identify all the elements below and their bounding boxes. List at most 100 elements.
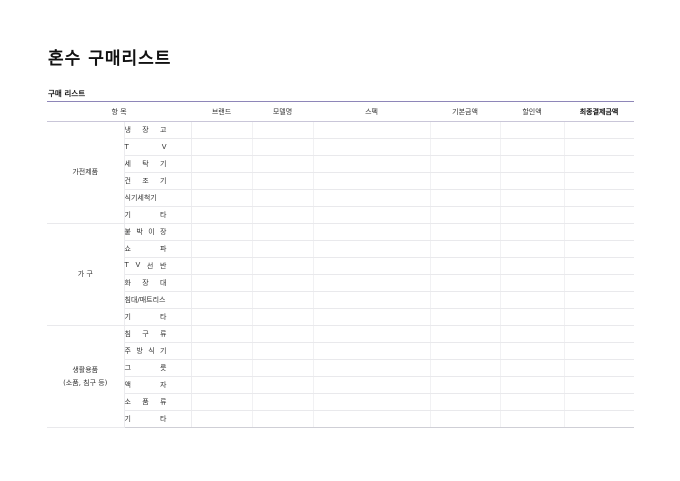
base-price-cell[interactable]	[430, 172, 501, 190]
brand-cell[interactable]	[191, 393, 253, 411]
base-price-cell[interactable]	[430, 257, 501, 275]
model-cell[interactable]	[252, 172, 314, 190]
final-price-cell[interactable]	[564, 342, 635, 360]
discount-cell[interactable]	[500, 291, 565, 309]
final-price-cell[interactable]	[564, 206, 635, 224]
brand-cell[interactable]	[191, 291, 253, 309]
brand-cell[interactable]	[191, 189, 253, 207]
model-cell[interactable]	[252, 121, 314, 139]
discount-cell[interactable]	[500, 223, 565, 241]
discount-cell[interactable]	[500, 206, 565, 224]
final-price-cell[interactable]	[564, 240, 635, 258]
brand-cell[interactable]	[191, 376, 253, 394]
final-price-cell[interactable]	[564, 138, 635, 156]
base-price-cell[interactable]	[430, 138, 501, 156]
model-cell[interactable]	[252, 342, 314, 360]
spec-cell[interactable]	[313, 240, 431, 258]
spec-cell[interactable]	[313, 291, 431, 309]
spec-cell[interactable]	[313, 155, 431, 173]
base-price-cell[interactable]	[430, 223, 501, 241]
model-cell[interactable]	[252, 359, 314, 377]
model-cell[interactable]	[252, 376, 314, 394]
brand-cell[interactable]	[191, 223, 253, 241]
spec-cell[interactable]	[313, 172, 431, 190]
discount-cell[interactable]	[500, 257, 565, 275]
brand-cell[interactable]	[191, 359, 253, 377]
final-price-cell[interactable]	[564, 308, 635, 326]
discount-cell[interactable]	[500, 189, 565, 207]
base-price-cell[interactable]	[430, 325, 501, 343]
discount-cell[interactable]	[500, 155, 565, 173]
brand-cell[interactable]	[191, 121, 253, 139]
brand-cell[interactable]	[191, 410, 253, 428]
brand-cell[interactable]	[191, 274, 253, 292]
spec-cell[interactable]	[313, 206, 431, 224]
discount-cell[interactable]	[500, 240, 565, 258]
final-price-cell[interactable]	[564, 359, 635, 377]
discount-cell[interactable]	[500, 172, 565, 190]
final-price-cell[interactable]	[564, 257, 635, 275]
final-price-cell[interactable]	[564, 172, 635, 190]
brand-cell[interactable]	[191, 172, 253, 190]
final-price-cell[interactable]	[564, 376, 635, 394]
model-cell[interactable]	[252, 410, 314, 428]
final-price-cell[interactable]	[564, 325, 635, 343]
final-price-cell[interactable]	[564, 121, 635, 139]
brand-cell[interactable]	[191, 325, 253, 343]
base-price-cell[interactable]	[430, 240, 501, 258]
model-cell[interactable]	[252, 223, 314, 241]
spec-cell[interactable]	[313, 138, 431, 156]
base-price-cell[interactable]	[430, 206, 501, 224]
base-price-cell[interactable]	[430, 393, 501, 411]
model-cell[interactable]	[252, 291, 314, 309]
spec-cell[interactable]	[313, 376, 431, 394]
base-price-cell[interactable]	[430, 308, 501, 326]
spec-cell[interactable]	[313, 308, 431, 326]
base-price-cell[interactable]	[430, 274, 501, 292]
final-price-cell[interactable]	[564, 189, 635, 207]
base-price-cell[interactable]	[430, 410, 501, 428]
spec-cell[interactable]	[313, 410, 431, 428]
model-cell[interactable]	[252, 257, 314, 275]
discount-cell[interactable]	[500, 376, 565, 394]
brand-cell[interactable]	[191, 138, 253, 156]
model-cell[interactable]	[252, 206, 314, 224]
base-price-cell[interactable]	[430, 121, 501, 139]
spec-cell[interactable]	[313, 189, 431, 207]
model-cell[interactable]	[252, 274, 314, 292]
final-price-cell[interactable]	[564, 274, 635, 292]
model-cell[interactable]	[252, 393, 314, 411]
spec-cell[interactable]	[313, 393, 431, 411]
spec-cell[interactable]	[313, 274, 431, 292]
model-cell[interactable]	[252, 308, 314, 326]
spec-cell[interactable]	[313, 121, 431, 139]
discount-cell[interactable]	[500, 325, 565, 343]
final-price-cell[interactable]	[564, 223, 635, 241]
model-cell[interactable]	[252, 155, 314, 173]
final-price-cell[interactable]	[564, 291, 635, 309]
model-cell[interactable]	[252, 138, 314, 156]
discount-cell[interactable]	[500, 121, 565, 139]
model-cell[interactable]	[252, 240, 314, 258]
spec-cell[interactable]	[313, 342, 431, 360]
discount-cell[interactable]	[500, 359, 565, 377]
discount-cell[interactable]	[500, 393, 565, 411]
final-price-cell[interactable]	[564, 155, 635, 173]
brand-cell[interactable]	[191, 342, 253, 360]
brand-cell[interactable]	[191, 240, 253, 258]
discount-cell[interactable]	[500, 138, 565, 156]
model-cell[interactable]	[252, 325, 314, 343]
discount-cell[interactable]	[500, 308, 565, 326]
brand-cell[interactable]	[191, 257, 253, 275]
base-price-cell[interactable]	[430, 155, 501, 173]
brand-cell[interactable]	[191, 206, 253, 224]
base-price-cell[interactable]	[430, 342, 501, 360]
base-price-cell[interactable]	[430, 359, 501, 377]
discount-cell[interactable]	[500, 342, 565, 360]
model-cell[interactable]	[252, 189, 314, 207]
spec-cell[interactable]	[313, 359, 431, 377]
spec-cell[interactable]	[313, 325, 431, 343]
final-price-cell[interactable]	[564, 410, 635, 428]
discount-cell[interactable]	[500, 410, 565, 428]
spec-cell[interactable]	[313, 223, 431, 241]
